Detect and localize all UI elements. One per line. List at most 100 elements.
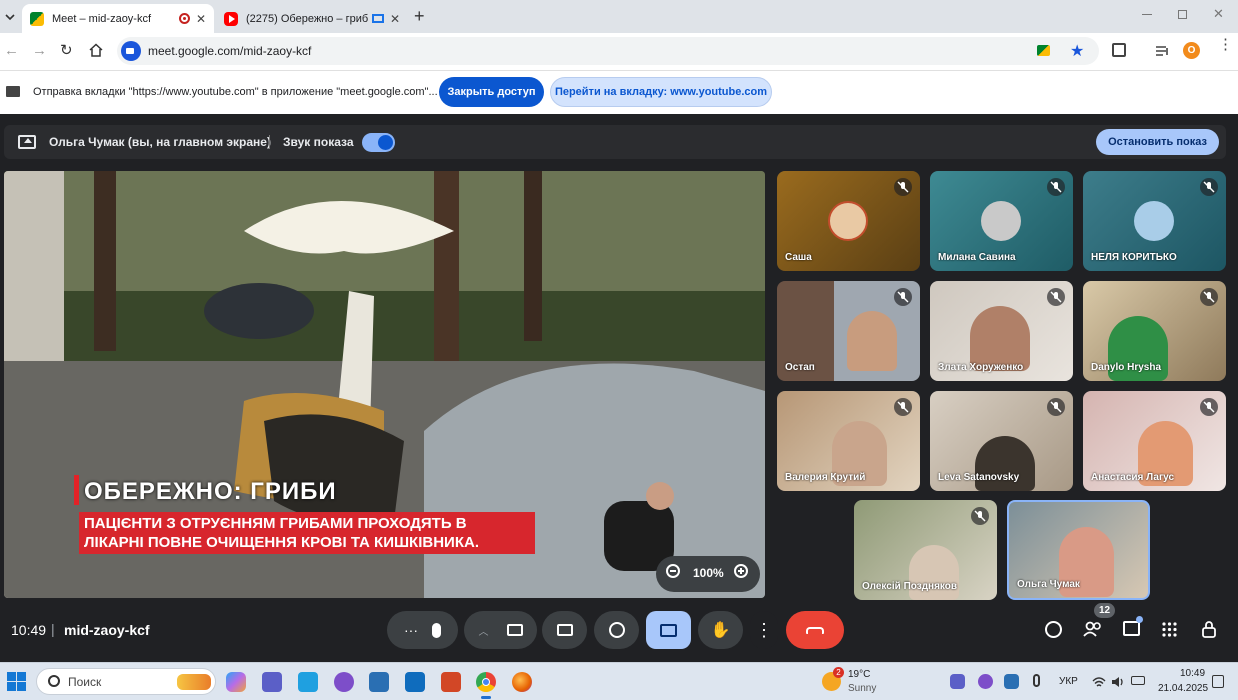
mic-icon[interactable]: [432, 622, 441, 638]
reload-icon[interactable]: ↻: [60, 41, 73, 59]
wifi-icon[interactable]: [1092, 675, 1106, 693]
end-call-icon: [806, 626, 824, 634]
microphone-tray-icon[interactable]: [1033, 674, 1040, 687]
chat-icon[interactable]: [1123, 621, 1140, 636]
extensions-icon[interactable]: [1112, 43, 1126, 57]
clock-time[interactable]: 10:49: [1180, 668, 1205, 679]
more-options-button[interactable]: ⋮: [750, 611, 778, 649]
share-status-bar: Ольга Чумак (вы, на главном экране) Звук…: [4, 125, 1226, 159]
more-audio-options-icon[interactable]: ···: [404, 622, 418, 638]
avatar: [981, 201, 1021, 241]
forward-icon[interactable]: →: [32, 42, 47, 59]
viber-icon[interactable]: [334, 672, 354, 692]
share-sound-label: Звук показа: [283, 135, 354, 149]
participant-name: Остап: [785, 362, 815, 373]
avatar: [1134, 201, 1174, 241]
active-app-indicator: [481, 696, 491, 699]
captions-icon: [556, 624, 573, 636]
camera-options-chevron-icon[interactable]: ︿: [479, 623, 489, 638]
zoom-in-icon[interactable]: [734, 564, 748, 578]
participant-tile[interactable]: Милана Савина: [930, 171, 1073, 271]
teams-tray-icon[interactable]: [950, 674, 965, 689]
defender-tray-icon[interactable]: [1004, 674, 1019, 689]
search-placeholder: Поиск: [68, 675, 102, 689]
participant-tile[interactable]: Саша: [777, 171, 920, 271]
meeting-info-icon[interactable]: [1045, 621, 1062, 638]
leave-call-button[interactable]: [786, 611, 844, 649]
store-icon[interactable]: [369, 672, 389, 692]
meet-extension-icon[interactable]: [1037, 45, 1050, 56]
new-tab-icon[interactable]: +: [414, 6, 425, 27]
tab-title: Meet – mid-zaoy-kcf: [52, 12, 152, 25]
tab-youtube[interactable]: (2275) Обережно – грибі ✕: [216, 4, 408, 33]
back-icon[interactable]: ←: [4, 42, 19, 59]
site-info-icon[interactable]: [121, 41, 141, 61]
participant-tile[interactable]: Злата Хоруженко: [930, 281, 1073, 381]
camera-control-group: ︿: [464, 611, 537, 649]
recording-icon: [178, 13, 190, 24]
activities-grid-icon[interactable]: [1162, 622, 1177, 642]
tab-meet[interactable]: Meet – mid-zaoy-kcf ✕: [22, 4, 214, 33]
close-tab-icon[interactable]: ✕: [390, 12, 400, 26]
volume-icon[interactable]: [1111, 675, 1125, 693]
teams-icon[interactable]: [262, 672, 282, 692]
clock-date[interactable]: 21.04.2025: [1158, 683, 1208, 694]
media-controls-icon[interactable]: [1156, 44, 1170, 62]
people-icon[interactable]: [1083, 621, 1103, 642]
weather-temp: 19°C: [848, 669, 871, 680]
battery-icon[interactable]: [1131, 676, 1145, 685]
screen-share-icon: [6, 86, 20, 97]
desktop-icon[interactable]: [298, 672, 318, 692]
presenter-label: Ольга Чумак (вы, на главном экране): [49, 135, 271, 149]
participant-tile-self[interactable]: Ольга Чумак: [1007, 500, 1150, 600]
tab-share-infobar: Отправка вкладки "https://www.youtube.co…: [0, 70, 1238, 114]
notifications-icon[interactable]: [1212, 675, 1224, 688]
tab-search-chevron-icon[interactable]: [4, 10, 16, 22]
present-button[interactable]: [646, 611, 691, 649]
close-tab-icon[interactable]: ✕: [196, 12, 206, 26]
participant-name: НЕЛЯ КОРИТЬКО: [1091, 252, 1177, 263]
meeting-separator: |: [51, 621, 55, 637]
input-language[interactable]: УКР: [1059, 676, 1078, 687]
participant-tile[interactable]: Leva Satanovsky: [930, 391, 1073, 491]
weather-widget[interactable]: 2 19°C Sunny: [822, 667, 886, 697]
firefox-icon[interactable]: [512, 672, 532, 692]
powerpoint-icon[interactable]: [441, 672, 461, 692]
zoom-out-icon[interactable]: [666, 564, 680, 578]
stop-presenting-button[interactable]: Остановить показ: [1096, 129, 1219, 155]
chrome-icon[interactable]: [476, 672, 496, 692]
menu-dots-icon[interactable]: ⋮: [1218, 37, 1233, 52]
participant-tile[interactable]: Олексій Поздняков: [854, 500, 997, 600]
participant-tile[interactable]: Валерия Крутий: [777, 391, 920, 491]
participant-name: Danylo Hrysha: [1091, 362, 1162, 373]
copilot-icon[interactable]: [226, 672, 246, 692]
outlook-icon[interactable]: [405, 672, 425, 692]
emoji-icon: [608, 622, 625, 638]
mic-off-icon: [894, 288, 912, 306]
participant-tile[interactable]: НЕЛЯ КОРИТЬКО: [1083, 171, 1226, 271]
participant-name: Злата Хоруженко: [938, 362, 1024, 373]
taskbar-search-box[interactable]: Поиск: [36, 668, 216, 695]
reactions-button[interactable]: [594, 611, 639, 649]
minimize-icon[interactable]: [1142, 14, 1152, 15]
goto-tab-button[interactable]: Перейти на вкладку: www.youtube.com: [550, 77, 772, 107]
raise-hand-button[interactable]: ✋: [698, 611, 743, 649]
participant-tile[interactable]: Danylo Hrysha: [1083, 281, 1226, 381]
divider: [269, 135, 270, 149]
share-sound-toggle[interactable]: [362, 133, 395, 152]
home-icon[interactable]: [89, 43, 103, 62]
captions-button[interactable]: [542, 611, 587, 649]
camera-icon[interactable]: [506, 624, 523, 636]
profile-avatar[interactable]: O: [1183, 42, 1200, 59]
participant-tile[interactable]: Остап: [777, 281, 920, 381]
viber-tray-icon[interactable]: [978, 674, 993, 689]
bookmark-star-icon[interactable]: ★: [1070, 41, 1084, 61]
address-bar[interactable]: meet.google.com/mid-zaoy-kcf ★: [117, 37, 1099, 65]
video-headline: ОБЕРЕЖНО: ГРИБИ: [84, 478, 337, 505]
windows-start-icon[interactable]: [7, 672, 26, 696]
close-access-button[interactable]: Закрыть доступ: [439, 77, 544, 107]
participant-tile[interactable]: Анастасия Лагус: [1083, 391, 1226, 491]
restore-icon[interactable]: [1178, 10, 1187, 19]
close-window-icon[interactable]: ✕: [1213, 6, 1224, 22]
host-controls-lock-icon[interactable]: [1202, 621, 1216, 638]
